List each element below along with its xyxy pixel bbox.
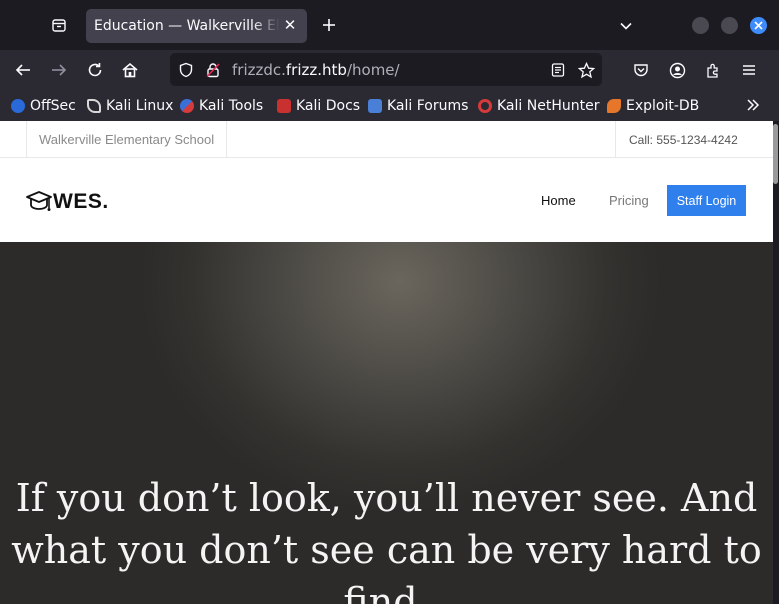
kali-forums-icon [368,99,382,113]
url-text[interactable]: frizzdc.frizz.htb/home/ [232,61,400,79]
school-name: Walkerville Elementary School [26,121,228,158]
site-top-bar: Walkerville Elementary School Call: 555-… [0,121,773,158]
address-bar[interactable]: frizzdc.frizz.htb/home/ [170,53,602,86]
reader-view-icon[interactable] [546,58,570,82]
extensions-icon[interactable] [701,58,725,82]
bookmark-label: OffSec [30,98,76,114]
browser-chrome: Education — Walkerville Elementary Schoo… [0,0,779,121]
graduation-cap-icon [26,191,52,211]
url-host: frizz.htb [285,61,347,79]
tab-bar: Education — Walkerville Elementary Schoo… [0,0,779,50]
bookmark-label: Kali Tools [199,98,264,114]
window-close-button[interactable] [750,17,767,34]
nethunter-icon [478,99,492,113]
bookmark-kali-docs[interactable]: Kali Docs [277,96,360,116]
url-path: /home/ [346,61,400,79]
hero-banner: If you don’t look, you’ll never see. And… [0,242,773,604]
close-icon [754,21,763,30]
home-icon[interactable] [118,58,142,82]
tab-title: Education — Walkerville Elementary Schoo… [94,18,280,34]
bookmark-label: Kali NetHunter [497,98,600,114]
phone-number: Call: 555-1234-4242 [615,121,751,158]
bookmark-label: Kali Docs [296,98,361,114]
kali-dragon-icon [87,99,101,113]
bookmark-kali-linux[interactable]: Kali Linux [87,96,173,116]
shield-icon[interactable] [174,58,198,82]
page-scrollbar[interactable] [773,121,779,604]
close-icon[interactable]: ✕ [281,16,299,34]
bookmark-kali-nethunter[interactable]: Kali NetHunter [478,96,599,116]
account-icon[interactable] [665,58,689,82]
minimize-button[interactable] [692,17,709,34]
bookmark-label: Exploit-DB [626,98,700,114]
nav-pricing[interactable]: Pricing [609,193,649,208]
url-subdomain: frizzdc. [232,61,286,79]
chevron-double-right-icon[interactable] [743,95,763,115]
site-logo[interactable]: WES. [26,190,109,214]
bookmark-label: Kali Forums [387,98,469,114]
logo-text: WES. [53,190,109,213]
staff-login-button[interactable]: Staff Login [667,185,746,216]
nav-home[interactable]: Home [541,193,576,208]
bookmark-label: Kali Linux [106,98,174,114]
bookmark-offsec[interactable]: OffSec [11,96,76,116]
tab-active[interactable]: Education — Walkerville Elementary Schoo… [86,9,307,43]
tab-overview-icon[interactable] [48,14,70,36]
offsec-icon [11,99,25,113]
bookmarks-toolbar: OffSec Kali Linux Kali Tools Kali Docs K… [0,90,779,121]
maximize-button[interactable] [721,17,738,34]
exploitdb-icon [607,99,621,113]
bookmark-kali-forums[interactable]: Kali Forums [368,96,468,116]
kali-tools-icon [180,99,194,113]
bookmark-kali-tools[interactable]: Kali Tools [180,96,263,116]
hamburger-menu-icon[interactable] [737,58,761,82]
site-header: WES. Home Pricing Staff Login [0,158,773,242]
back-arrow-icon[interactable] [11,58,35,82]
navigation-toolbar: frizzdc.frizz.htb/home/ [0,50,779,90]
bookmark-exploit-db[interactable]: Exploit-DB [607,96,699,116]
new-tab-icon[interactable] [318,14,340,36]
lock-insecure-icon[interactable] [201,58,225,82]
hero-quote: If you don’t look, you’ll never see. And… [11,476,762,604]
chevron-down-icon[interactable] [615,15,637,37]
reload-icon[interactable] [83,58,107,82]
web-page: Walkerville Elementary School Call: 555-… [0,121,773,604]
forward-arrow-icon[interactable] [47,58,71,82]
bookmark-star-icon[interactable] [574,58,598,82]
pocket-icon[interactable] [629,58,653,82]
scrollbar-thumb[interactable] [773,124,778,184]
kali-docs-icon [277,99,291,113]
